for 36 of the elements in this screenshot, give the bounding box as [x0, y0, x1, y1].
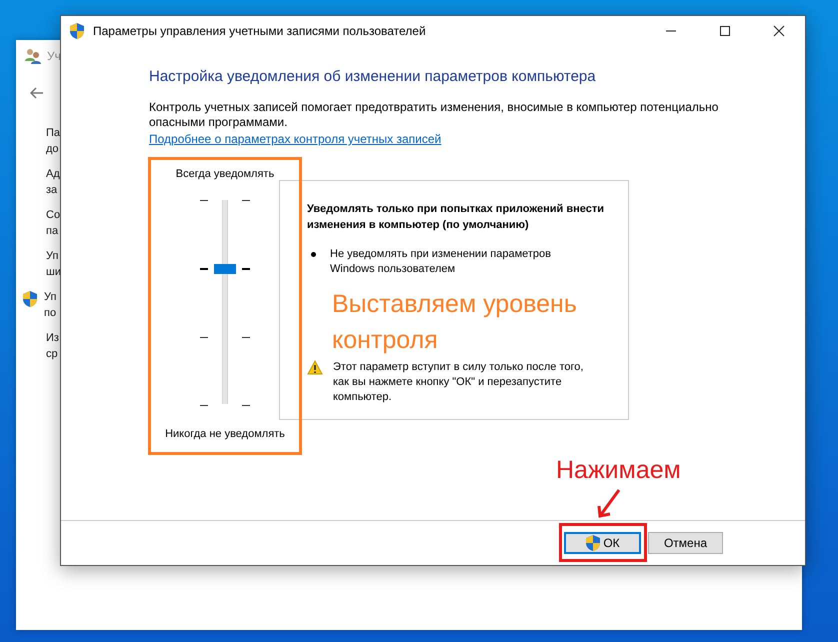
slider-top-label: Всегда уведомлять: [176, 168, 274, 180]
shield-icon: [22, 290, 38, 308]
settings-link-fragment[interactable]: ср: [46, 346, 59, 362]
bullet-text: Не уведомлять при изменении параметров Windows пользователем: [330, 247, 552, 277]
cancel-button[interactable]: Отмена: [648, 532, 723, 554]
close-icon[interactable]: [773, 25, 785, 37]
maximize-icon[interactable]: [719, 25, 731, 37]
users-icon: [24, 47, 42, 65]
slider-thumb[interactable]: [214, 264, 236, 274]
window-title: Параметры управления учетными записями пользователей: [93, 24, 426, 38]
settings-link-fragment[interactable]: Со: [46, 207, 60, 223]
level-title: Уведомлять только при попытках приложений внести изменения в компьютер (по умолчанию): [307, 202, 605, 233]
shield-icon: [69, 22, 85, 40]
settings-link-fragment[interactable]: Ад: [46, 166, 60, 182]
settings-link-fragment[interactable]: до: [46, 141, 60, 157]
settings-link-fragment[interactable]: Из: [46, 330, 59, 346]
settings-link-fragment[interactable]: за: [46, 182, 60, 198]
settings-link-fragment[interactable]: Уп: [44, 289, 56, 305]
settings-link-fragment[interactable]: Па: [46, 125, 60, 141]
shield-icon: [585, 534, 602, 552]
ok-button[interactable]: ОК: [564, 532, 641, 554]
arrow-icon: [596, 488, 622, 520]
settings-link-fragment[interactable]: Уп: [46, 248, 61, 264]
warning-icon: [307, 360, 323, 375]
help-link[interactable]: Подробнее о параметрах контроля учетных записей: [149, 132, 442, 146]
bullet-icon: [311, 252, 316, 257]
warning-text: Этот параметр вступит в силу только после того, как вы нажмете кнопку "ОК" и перезапустите компьютер.: [333, 360, 584, 405]
window-title: Уч: [47, 49, 61, 63]
description-text: Контроль учетных записей помогает предотвратить изменения, вносимые в компьютер потенциально опасными программами.: [149, 100, 720, 130]
slider-bottom-label: Никогда не уведомлять: [165, 428, 285, 440]
settings-link-fragment[interactable]: по: [44, 305, 56, 321]
back-arrow-icon[interactable]: [30, 87, 44, 99]
dialog-heading: Настройка уведомления об изменении параметров компьютера: [149, 68, 597, 85]
settings-link-fragment[interactable]: па: [46, 223, 60, 239]
annotation-text: Выставляем уровень контроля: [332, 289, 578, 356]
annotation-text: Нажимаем: [556, 456, 681, 485]
